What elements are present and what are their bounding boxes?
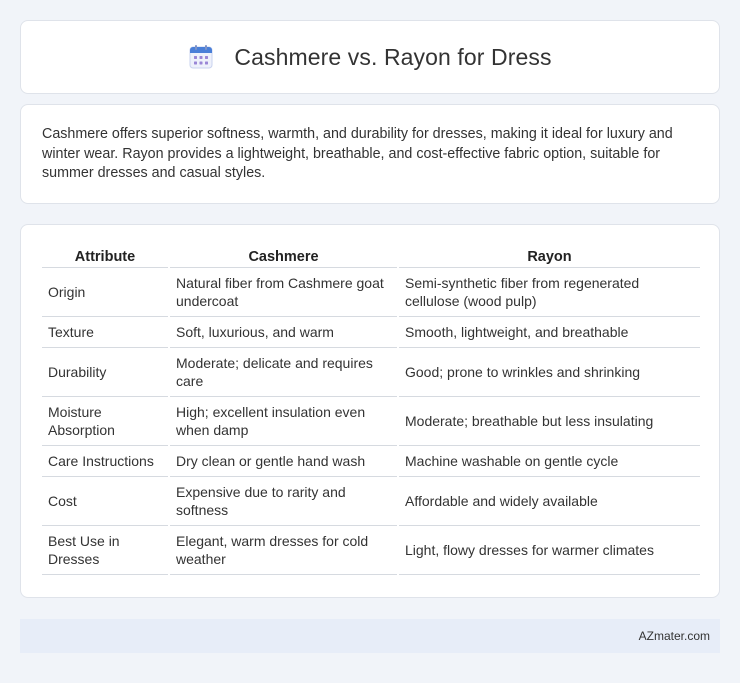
comparison-table: Attribute Cashmere Rayon Origin Natural … [40,247,702,575]
cell-rayon: Light, flowy dresses for warmer climates [399,526,700,575]
header-attribute: Attribute [42,247,168,268]
cell-rayon: Moderate; breathable but less insulating [399,397,700,446]
table-row: Moisture Absorption High; excellent insu… [42,397,700,446]
cell-attribute: Best Use in Dresses [42,526,168,575]
header-rayon: Rayon [399,247,700,268]
header-cashmere: Cashmere [170,247,397,268]
cell-cashmere: Natural fiber from Cashmere goat underco… [170,268,397,317]
table-row: Cost Expensive due to rarity and softnes… [42,477,700,526]
cell-rayon: Affordable and widely available [399,477,700,526]
summary-text: Cashmere offers superior softness, warmt… [42,126,673,181]
table-row: Best Use in Dresses Elegant, warm dresse… [42,526,700,575]
table-header-row: Attribute Cashmere Rayon [42,247,700,268]
cell-cashmere: Expensive due to rarity and softness [170,477,397,526]
cell-attribute: Cost [42,477,168,526]
page-title: Cashmere vs. Rayon for Dress [234,43,552,70]
cell-attribute: Care Instructions [42,446,168,477]
cell-cashmere: Dry clean or gentle hand wash [170,446,397,477]
table-row: Origin Natural fiber from Cashmere goat … [42,268,700,317]
table-row: Durability Moderate; delicate and requir… [42,348,700,397]
cell-attribute: Texture [42,317,168,348]
footer-brand: AZmater.com [638,629,710,643]
summary-card: Cashmere offers superior softness, warmt… [20,104,720,204]
title-row: Cashmere vs. Rayon for Dress [188,43,552,71]
cell-rayon: Smooth, lightweight, and breathable [399,317,700,348]
cell-rayon: Good; prone to wrinkles and shrinking [399,348,700,397]
cell-attribute: Origin [42,268,168,317]
footer-bar: AZmater.com [20,619,720,653]
cell-cashmere: Elegant, warm dresses for cold weather [170,526,397,575]
cell-attribute: Moisture Absorption [42,397,168,446]
cell-cashmere: Soft, luxurious, and warm [170,317,397,348]
cell-attribute: Durability [42,348,168,397]
cell-rayon: Semi-synthetic fiber from regenerated ce… [399,268,700,317]
cell-cashmere: High; excellent insulation even when dam… [170,397,397,446]
comparison-table-card: Attribute Cashmere Rayon Origin Natural … [20,224,720,598]
cell-rayon: Machine washable on gentle cycle [399,446,700,477]
table-row: Care Instructions Dry clean or gentle ha… [42,446,700,477]
table-row: Texture Soft, luxurious, and warm Smooth… [42,317,700,348]
header-card: Cashmere vs. Rayon for Dress [20,20,720,94]
calendar-icon [189,45,213,69]
cell-cashmere: Moderate; delicate and requires care [170,348,397,397]
